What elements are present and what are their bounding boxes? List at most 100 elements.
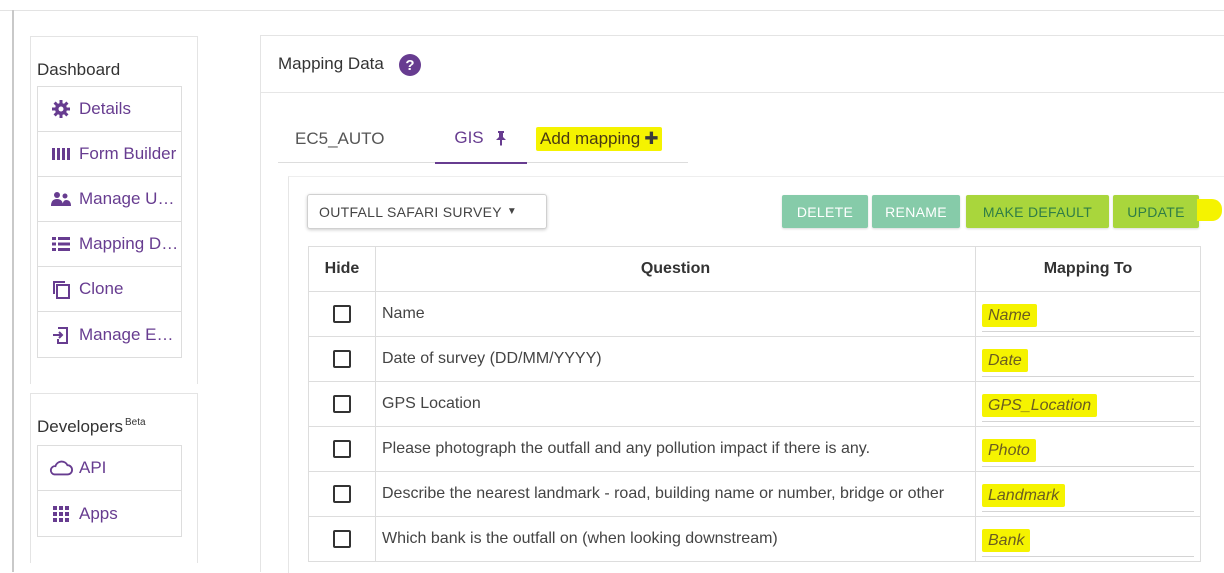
tab-gis[interactable]: GIS xyxy=(435,114,527,164)
sidebar-dashboard-list: Details Form Builder Manage Users Mappin… xyxy=(37,86,182,358)
tab-label: GIS xyxy=(454,128,484,147)
column-header-mapping-to: Mapping To xyxy=(975,246,1201,292)
form-select-dropdown[interactable]: OUTFALL SAFARI SURVEY ▼ xyxy=(307,194,547,229)
question-cell: Name xyxy=(375,291,976,337)
mapping-input[interactable]: Name xyxy=(982,300,1194,332)
mapping-value: Photo xyxy=(982,439,1036,462)
mapping-input[interactable]: Photo xyxy=(982,435,1194,467)
sidebar-item-label: Mapping Data xyxy=(79,234,181,253)
hide-cell xyxy=(308,336,376,382)
sidebar-item-form-builder[interactable]: Form Builder xyxy=(38,132,181,177)
page-title: Mapping Data xyxy=(278,54,384,73)
mapping-input[interactable]: Date xyxy=(982,345,1194,377)
window-top-border xyxy=(0,10,1224,11)
question-cell: Please photograph the outfall and any po… xyxy=(375,426,976,472)
mapping-cell: Photo xyxy=(975,426,1201,472)
hide-checkbox[interactable] xyxy=(333,394,351,413)
mapping-value: Name xyxy=(982,304,1037,327)
hide-checkbox[interactable] xyxy=(333,439,351,458)
mapping-input[interactable]: GPS_Location xyxy=(982,390,1194,422)
delete-button[interactable]: DELETE xyxy=(782,195,868,228)
table-row: Describe the nearest landmark - road, bu… xyxy=(308,471,1201,517)
add-mapping-highlight: Add mapping ✚ xyxy=(536,126,663,151)
dropdown-label: OUTFALL SAFARI SURVEY xyxy=(319,203,502,220)
mapping-content: OUTFALL SAFARI SURVEY ▼ DELETE RENAME MA… xyxy=(288,176,1224,573)
hide-checkbox[interactable] xyxy=(333,304,351,323)
make-default-button[interactable]: MAKE DEFAULT xyxy=(966,195,1109,228)
table-row: Name Name xyxy=(308,291,1201,337)
mapping-cell: GPS_Location xyxy=(975,381,1201,427)
hide-cell xyxy=(308,381,376,427)
pin-icon xyxy=(494,130,508,146)
sidebar-item-apps[interactable]: Apps xyxy=(38,491,181,536)
update-button[interactable]: UPDATE xyxy=(1113,195,1199,228)
hide-cell xyxy=(308,291,376,337)
table-header-row: Hide Question Mapping To xyxy=(308,246,1201,292)
sidebar-item-manage-users[interactable]: Manage Users xyxy=(38,177,181,222)
sidebar-item-label: Apps xyxy=(79,503,118,523)
mapping-input[interactable]: Landmark xyxy=(982,480,1194,512)
column-header-question: Question xyxy=(375,246,976,292)
form-builder-icon xyxy=(49,144,73,164)
mapping-cell: Date xyxy=(975,336,1201,382)
hide-checkbox[interactable] xyxy=(333,349,351,368)
question-cell: GPS Location xyxy=(375,381,976,427)
apps-grid-icon xyxy=(49,504,73,524)
sidebar-item-api[interactable]: API xyxy=(38,446,181,491)
mapping-value: Bank xyxy=(982,529,1031,552)
tab-ec5-auto[interactable]: EC5_AUTO xyxy=(295,114,384,163)
users-icon xyxy=(49,189,73,209)
plus-icon: ✚ xyxy=(644,128,659,148)
window-left-border xyxy=(12,10,14,572)
sidebar-developers-panel: Developers Beta API Apps xyxy=(30,393,198,563)
hide-cell xyxy=(308,426,376,472)
cloud-icon xyxy=(49,458,73,478)
hide-cell xyxy=(308,471,376,517)
table-row: GPS Location GPS_Location xyxy=(308,381,1201,427)
mapping-cell: Name xyxy=(975,291,1201,337)
sidebar-item-mapping-data[interactable]: Mapping Data xyxy=(38,222,181,267)
table-row: Please photograph the outfall and any po… xyxy=(308,426,1201,472)
mapping-value: Landmark xyxy=(982,484,1066,507)
panel-header: Mapping Data ? xyxy=(261,36,1224,93)
question-cell: Describe the nearest landmark - road, bu… xyxy=(375,471,976,517)
mapping-cell: Landmark xyxy=(975,471,1201,517)
hide-checkbox[interactable] xyxy=(333,484,351,503)
question-cell: Date of survey (DD/MM/YYYY) xyxy=(375,336,976,382)
help-icon[interactable]: ? xyxy=(399,54,421,76)
developers-title-text: Developers xyxy=(37,417,123,436)
mapping-input[interactable]: Bank xyxy=(982,525,1194,557)
sidebar-item-label: API xyxy=(79,458,107,477)
sidebar-developers-title: Developers Beta xyxy=(37,417,146,437)
mapping-data-panel: Mapping Data ? EC5_AUTO GIS Add mapping ✚… xyxy=(260,35,1224,573)
caret-down-icon: ▼ xyxy=(506,206,518,217)
add-mapping-tab[interactable]: Add mapping ✚ xyxy=(536,114,663,163)
mapping-value: GPS_Location xyxy=(982,394,1098,417)
gear-icon xyxy=(49,99,73,119)
add-mapping-label: Add mapping xyxy=(540,128,641,148)
rename-button[interactable]: RENAME xyxy=(872,195,960,228)
hide-checkbox[interactable] xyxy=(333,529,351,548)
highlight-mark xyxy=(1197,199,1222,221)
sidebar-item-label: Manage Users xyxy=(79,189,181,208)
question-cell: Which bank is the outfall on (when looki… xyxy=(375,516,976,562)
hide-cell xyxy=(308,516,376,562)
mapping-tabs: EC5_AUTO GIS Add mapping ✚ xyxy=(278,114,688,164)
sidebar-item-label: Details xyxy=(79,99,131,118)
import-icon xyxy=(49,325,73,345)
beta-badge: Beta xyxy=(125,417,146,428)
sidebar-item-manage-entries[interactable]: Manage Entries xyxy=(38,312,181,357)
sidebar-item-clone[interactable]: Clone xyxy=(38,267,181,312)
column-header-hide: Hide xyxy=(308,246,376,292)
clone-icon xyxy=(49,279,73,299)
sidebar-developers-list: API Apps xyxy=(37,445,182,537)
sidebar-dashboard-title: Dashboard xyxy=(37,60,121,79)
table-row: Which bank is the outfall on (when looki… xyxy=(308,516,1201,562)
sidebar-item-label: Form Builder xyxy=(79,144,177,163)
mapping-cell: Bank xyxy=(975,516,1201,562)
sidebar-item-label: Clone xyxy=(79,279,124,298)
sidebar-item-details[interactable]: Details xyxy=(38,87,181,132)
table-row: Date of survey (DD/MM/YYYY) Date xyxy=(308,336,1201,382)
list-icon xyxy=(49,234,73,254)
sidebar-dashboard-panel: Dashboard Details Form Builder Manage Us… xyxy=(30,36,198,384)
